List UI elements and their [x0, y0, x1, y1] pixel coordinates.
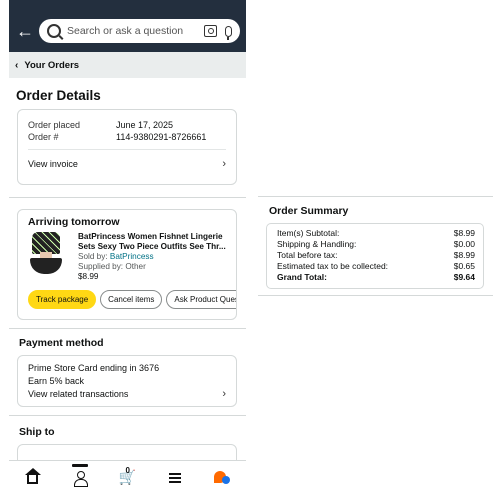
breadcrumb[interactable]: ‹ Your Orders [9, 52, 246, 78]
search-icon [47, 24, 61, 38]
order-item[interactable]: BatPrincess Women Fishnet Lingerie Sets … [18, 228, 236, 282]
active-tab-indicator [72, 463, 89, 467]
back-arrow-icon[interactable]: ← [15, 21, 35, 42]
shipment-heading: Arriving tomorrow [28, 216, 120, 228]
sold-by: Sold by: BatPrincess [78, 252, 226, 262]
sold-by-label: Sold by: [78, 252, 108, 261]
screen: ← Search or ask a question ‹ Your Orders… [0, 0, 500, 500]
cancel-items-button[interactable]: Cancel items [100, 290, 163, 309]
search-bar[interactable]: Search or ask a question [39, 19, 240, 43]
summary-label: Total before tax: [277, 250, 338, 260]
item-price: $8.99 [78, 272, 99, 281]
track-package-button[interactable]: Track package [28, 290, 97, 309]
microphone-icon[interactable] [225, 25, 232, 40]
summary-label: Shipping & Handling: [277, 239, 357, 249]
order-placed-label: Order placed [28, 120, 81, 130]
cart-nav-button[interactable]: 🛒 0 [115, 465, 139, 488]
order-summary-panel: Order Summary Item(s) Subtotal: $8.99 Sh… [258, 196, 493, 296]
account-nav-button[interactable] [68, 463, 92, 488]
ship-to-heading: Ship to [19, 426, 55, 438]
order-details-phone: ← Search or ask a question ‹ Your Orders… [9, 0, 246, 494]
summary-value: $0.65 [453, 261, 475, 271]
item-title-line2[interactable]: Sets Sexy Two Piece Outfits See Thr... [78, 242, 226, 252]
shipment-card: Arriving tomorrow BatPrincess Women Fish… [17, 209, 237, 320]
grand-total-label: Grand Total: [277, 272, 327, 282]
chat-assistant-icon [214, 470, 231, 485]
view-invoice-row[interactable]: View invoice › [28, 149, 226, 184]
view-invoice-label[interactable]: View invoice [28, 159, 78, 169]
menu-nav-button[interactable] [163, 468, 187, 488]
view-related-transactions-label[interactable]: View related transactions [28, 389, 128, 399]
order-placed-row: Order placed June 17, 2025 [18, 119, 236, 131]
summary-label: Estimated tax to be collected: [277, 261, 389, 271]
view-related-transactions-row[interactable]: View related transactions › [18, 388, 236, 400]
summary-row: Shipping & Handling: $0.00 [277, 239, 475, 250]
camera-search-icon[interactable] [204, 25, 217, 37]
summary-value: $8.99 [453, 228, 475, 238]
item-info: BatPrincess Women Fishnet Lingerie Sets … [78, 232, 226, 282]
item-title-line1[interactable]: BatPrincess Women Fishnet Lingerie [78, 232, 226, 242]
search-input[interactable]: Search or ask a question [67, 25, 204, 37]
grand-total-row: Grand Total: $9.64 [277, 272, 475, 283]
chevron-right-icon: › [222, 158, 226, 170]
summary-label: Item(s) Subtotal: [277, 228, 340, 238]
payment-card: Prime Store Card ending in 3676 Earn 5% … [17, 355, 237, 407]
summary-value: $8.99 [453, 250, 475, 260]
order-info-card: Order placed June 17, 2025 Order # 114-9… [17, 109, 237, 185]
order-number-label: Order # [28, 132, 59, 142]
hamburger-menu-icon [168, 472, 181, 483]
page-title: Order Details [16, 88, 101, 103]
payment-earn: Earn 5% back [28, 376, 85, 386]
ask-product-question-button[interactable]: Ask Product Question [166, 290, 236, 309]
user-icon [74, 470, 89, 487]
top-bar: ← Search or ask a question [9, 10, 246, 52]
status-bar [9, 0, 246, 10]
summary-row: Estimated tax to be collected: $0.65 [277, 261, 475, 272]
chevron-right-icon: › [222, 388, 226, 400]
rufus-nav-button[interactable] [210, 468, 234, 488]
shipment-actions: Track package Cancel items Ask Product Q… [18, 282, 236, 309]
order-summary-card: Item(s) Subtotal: $8.99 Shipping & Handl… [266, 223, 484, 289]
seller-link[interactable]: BatPrincess [110, 252, 154, 261]
payment-card-name: Prime Store Card ending in 3676 [28, 363, 160, 373]
summary-value: $0.00 [453, 239, 475, 249]
bottom-nav: 🛒 0 [9, 460, 246, 494]
order-number-value: 114-9380291-8726661 [116, 132, 207, 142]
order-number-row: Order # 114-9380291-8726661 [18, 131, 236, 143]
order-placed-value: June 17, 2025 [116, 120, 174, 130]
product-image[interactable] [28, 232, 64, 276]
grand-total-value: $9.64 [453, 272, 475, 282]
home-icon [25, 468, 42, 484]
breadcrumb-label[interactable]: Your Orders [24, 60, 79, 71]
summary-row: Total before tax: $8.99 [277, 250, 475, 261]
home-nav-button[interactable] [21, 468, 45, 488]
cart-count-badge: 0 [125, 465, 130, 475]
summary-row: Item(s) Subtotal: $8.99 [277, 228, 475, 239]
order-summary-heading: Order Summary [269, 205, 349, 217]
payment-heading: Payment method [19, 337, 104, 349]
supplied-by: Supplied by: Other [78, 262, 146, 271]
chevron-left-icon: ‹ [15, 59, 19, 71]
